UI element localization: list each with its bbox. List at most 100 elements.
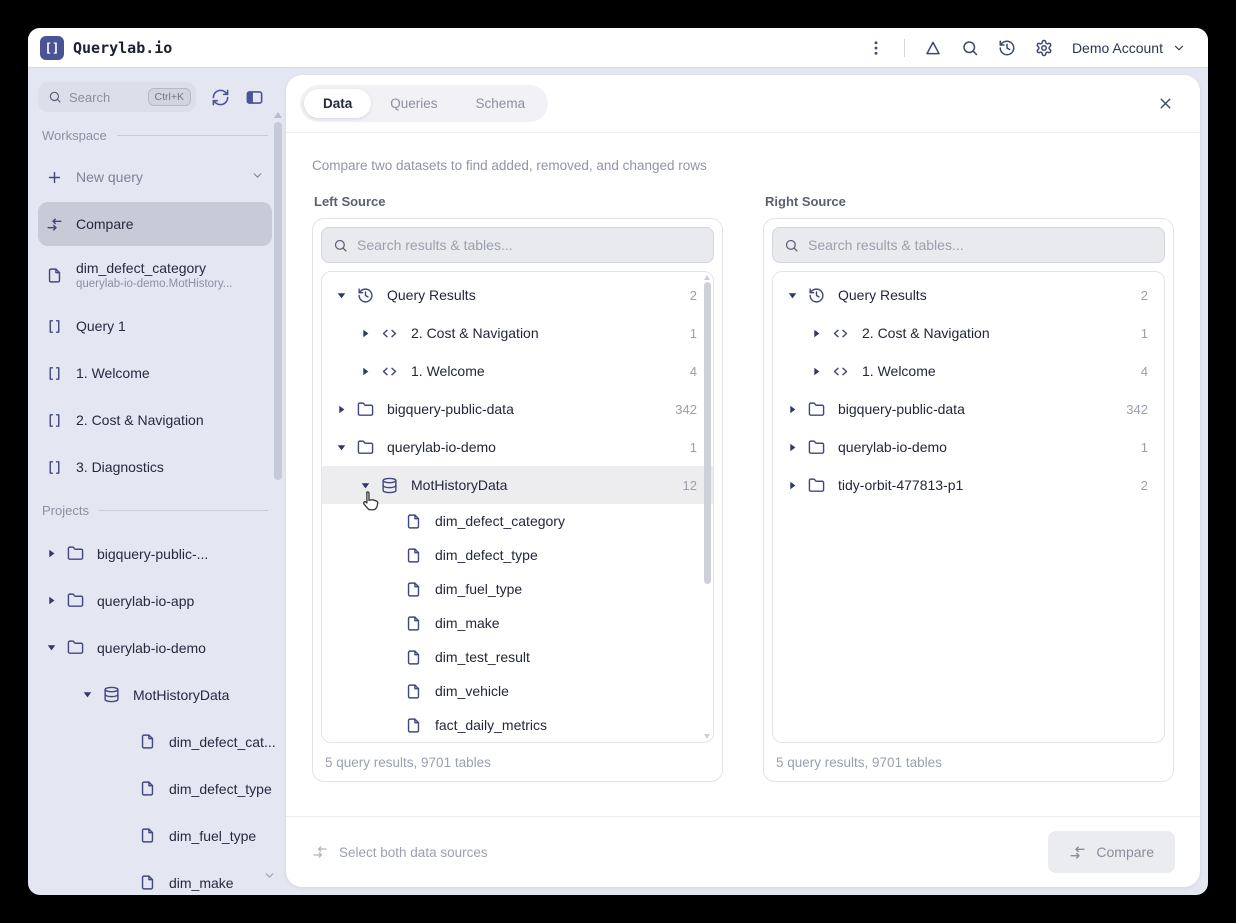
brackets-icon xyxy=(46,365,63,382)
project-tree-row-bigquery-public-[interactable]: bigquery-public-... xyxy=(38,530,272,577)
tree-row-dim-defect-type[interactable]: dim_defect_type xyxy=(322,538,713,572)
scroll-up-arrow[interactable] xyxy=(704,275,710,280)
project-tree-row-dim-make[interactable]: dim_make xyxy=(38,859,272,895)
caret-down-icon[interactable] xyxy=(336,442,347,453)
tree-row-label: querylab-io-demo xyxy=(387,439,496,455)
caret-down-icon[interactable] xyxy=(82,689,93,700)
caret-down-icon[interactable] xyxy=(336,290,347,301)
sidebar-search[interactable]: Search Ctrl+K xyxy=(38,82,196,112)
project-tree-row-querylab-io-app[interactable]: querylab-io-app xyxy=(38,577,272,624)
caret-down-icon[interactable] xyxy=(360,480,371,491)
left-source-label: Left Source xyxy=(314,194,723,209)
file-icon xyxy=(405,513,422,530)
tree-row-dim-make[interactable]: dim_make xyxy=(322,606,713,640)
tree-row-count: 1 xyxy=(1141,440,1148,455)
history-icon[interactable] xyxy=(998,39,1016,57)
tree-row-querylab-io-demo[interactable]: querylab-io-demo1 xyxy=(773,428,1164,466)
scroll-up-arrow[interactable] xyxy=(274,112,282,118)
tree-row-dim-test-result[interactable]: dim_test_result xyxy=(322,640,713,674)
new-query-button[interactable]: New query xyxy=(38,155,272,199)
sidebar-item-2-cost-navigation[interactable]: 2. Cost & Navigation xyxy=(38,398,272,442)
project-tree-label: bigquery-public-... xyxy=(97,546,208,562)
caret-right-icon[interactable] xyxy=(811,328,822,339)
tree-row-dim-fuel-type[interactable]: dim_fuel_type xyxy=(322,572,713,606)
project-tree-row-querylab-io-demo[interactable]: querylab-io-demo xyxy=(38,624,272,671)
caret-right-icon[interactable] xyxy=(46,595,57,606)
caret-right-icon[interactable] xyxy=(787,480,798,491)
tab-data[interactable]: Data xyxy=(304,89,371,118)
tree-row-2-cost-navigation[interactable]: 2. Cost & Navigation1 xyxy=(322,314,713,352)
right-source-panel: Right Source Query Results22. Cost & Nav… xyxy=(763,194,1174,782)
left-source-search-input[interactable] xyxy=(357,237,702,253)
sidebar-item-dim-defect-category[interactable]: dim_defect_categoryquerylab-io-demo.MotH… xyxy=(38,249,272,301)
tree-row-bigquery-public-data[interactable]: bigquery-public-data342 xyxy=(773,390,1164,428)
file-icon xyxy=(405,581,422,598)
close-icon[interactable] xyxy=(1157,95,1174,112)
account-menu[interactable]: Demo Account xyxy=(1072,40,1186,56)
left-source-tree: Query Results22. Cost & Navigation11. We… xyxy=(321,271,714,743)
right-source-search-input[interactable] xyxy=(808,237,1153,253)
caret-right-icon[interactable] xyxy=(811,366,822,377)
project-tree-row-dim-fuel-type[interactable]: dim_fuel_type xyxy=(38,812,272,859)
dialog-footer: Select both data sources Compare xyxy=(286,816,1200,887)
scrollbar-thumb[interactable] xyxy=(704,282,711,584)
delta-icon[interactable] xyxy=(924,39,942,57)
tree-row-query-results[interactable]: Query Results2 xyxy=(773,276,1164,314)
sidebar-scroll-down-icon[interactable] xyxy=(263,869,276,887)
dialog-header: DataQueriesSchema xyxy=(286,75,1200,133)
workspace-section-label: Workspace xyxy=(42,128,268,143)
scroll-down-arrow[interactable] xyxy=(704,734,710,739)
sidebar-item-label: 2. Cost & Navigation xyxy=(76,412,204,428)
sidebar-item-3-diagnostics[interactable]: 3. Diagnostics xyxy=(38,445,272,489)
folder-icon xyxy=(357,439,374,456)
project-tree-label: dim_make xyxy=(169,875,234,891)
sidebar-item-compare[interactable]: Compare xyxy=(38,202,272,246)
compare-button[interactable]: Compare xyxy=(1048,831,1175,873)
project-tree-row-dim-defect-cat-[interactable]: dim_defect_cat... xyxy=(38,718,272,765)
projects-section-label: Projects xyxy=(42,503,268,518)
tree-row-2-cost-navigation[interactable]: 2. Cost & Navigation1 xyxy=(773,314,1164,352)
gear-icon[interactable] xyxy=(1035,39,1053,57)
tree-row-label: Query Results xyxy=(838,287,927,303)
sidebar-item-1-welcome[interactable]: 1. Welcome xyxy=(38,351,272,395)
project-tree-row-mothistorydata[interactable]: MotHistoryData xyxy=(38,671,272,718)
caret-right-icon[interactable] xyxy=(787,404,798,415)
scrollbar-thumb[interactable] xyxy=(274,122,282,480)
left-source-footer: 5 query results, 9701 tables xyxy=(321,743,714,781)
tree-row-mothistorydata[interactable]: MotHistoryData12 xyxy=(322,466,713,504)
caret-down-icon[interactable] xyxy=(787,290,798,301)
sidebar-item-label: dim_defect_category xyxy=(76,260,232,276)
tree-row-query-results[interactable]: Query Results2 xyxy=(322,276,713,314)
tree-scrollbar[interactable] xyxy=(703,275,711,739)
tree-row-tidy-orbit-477813-p1[interactable]: tidy-orbit-477813-p12 xyxy=(773,466,1164,504)
caret-right-icon[interactable] xyxy=(360,328,371,339)
tree-row-label: dim_make xyxy=(435,615,500,631)
sidebar-toggle-icon[interactable] xyxy=(245,88,264,107)
caret-right-icon[interactable] xyxy=(336,404,347,415)
tab-queries[interactable]: Queries xyxy=(371,89,456,118)
tree-row-dim-vehicle[interactable]: dim_vehicle xyxy=(322,674,713,708)
sidebar-item-query-1[interactable]: Query 1 xyxy=(38,304,272,348)
tree-row-count: 1 xyxy=(1141,326,1148,341)
refresh-icon[interactable] xyxy=(211,88,230,107)
search-icon[interactable] xyxy=(961,39,979,57)
caret-right-icon[interactable] xyxy=(46,548,57,559)
caret-right-icon[interactable] xyxy=(360,366,371,377)
tree-row-fact-daily-metrics[interactable]: fact_daily_metrics xyxy=(322,708,713,742)
tree-row-count: 4 xyxy=(690,364,697,379)
tree-row-dim-defect-category[interactable]: dim_defect_category xyxy=(322,504,713,538)
tab-schema[interactable]: Schema xyxy=(457,89,545,118)
tree-row-bigquery-public-data[interactable]: bigquery-public-data342 xyxy=(322,390,713,428)
chevron-down-icon[interactable] xyxy=(251,169,264,185)
file-icon xyxy=(405,547,422,564)
caret-right-icon[interactable] xyxy=(787,442,798,453)
caret-down-icon[interactable] xyxy=(46,642,57,653)
tree-row-querylab-io-demo[interactable]: querylab-io-demo1 xyxy=(322,428,713,466)
sidebar-scrollbar[interactable] xyxy=(273,112,282,488)
tree-row-1-welcome[interactable]: 1. Welcome4 xyxy=(773,352,1164,390)
file-icon xyxy=(139,874,156,891)
project-tree-row-dim-defect-type[interactable]: dim_defect_type xyxy=(38,765,272,812)
tree-row-1-welcome[interactable]: 1. Welcome4 xyxy=(322,352,713,390)
file-icon xyxy=(46,267,63,284)
kebab-menu-icon[interactable] xyxy=(867,39,885,57)
